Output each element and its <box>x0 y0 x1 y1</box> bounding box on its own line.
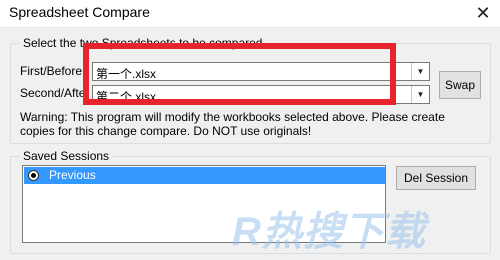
second-file-value: 第二个.xlsx <box>96 90 157 104</box>
saved-sessions-legend: Saved Sessions <box>20 149 113 163</box>
session-label: Previous <box>49 168 96 182</box>
second-file-combo[interactable]: 第二个.xlsx ▼ <box>92 85 430 104</box>
radio-selected-icon[interactable] <box>28 170 39 181</box>
window-title: Spreadsheet Compare <box>9 4 150 20</box>
close-icon: ✕ <box>475 3 491 23</box>
chevron-down-icon[interactable]: ▼ <box>411 86 429 103</box>
list-item[interactable]: Previous <box>24 167 385 184</box>
sessions-list[interactable]: Previous <box>22 165 386 243</box>
first-before-label: First/Before: <box>20 64 86 78</box>
swap-button[interactable]: Swap <box>439 71 481 99</box>
first-file-combo[interactable]: 第一个.xlsx ▼ <box>92 62 430 81</box>
first-file-value: 第一个.xlsx <box>96 67 157 81</box>
chevron-down-icon[interactable]: ▼ <box>411 63 429 80</box>
close-button[interactable]: ✕ <box>466 0 500 27</box>
second-after-label: Second/After: <box>20 86 84 100</box>
title-bar: Spreadsheet Compare ✕ <box>0 0 500 28</box>
select-group-legend: Select the two Spreadsheets to be compar… <box>20 36 266 50</box>
warning-text: Warning: This program will modify the wo… <box>20 110 445 138</box>
del-session-button[interactable]: Del Session <box>396 166 476 190</box>
